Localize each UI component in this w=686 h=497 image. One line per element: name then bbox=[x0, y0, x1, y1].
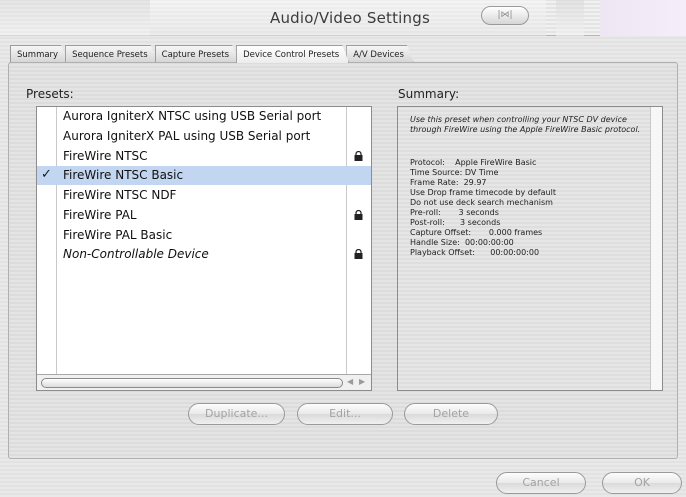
tab-device-control-presets[interactable]: Device Control Presets bbox=[236, 45, 349, 63]
tab-bar: Summary Sequence Presets Capture Presets… bbox=[10, 45, 411, 63]
preset-row[interactable]: FireWire NTSC NDF bbox=[37, 186, 371, 205]
preset-name: Aurora IgniterX PAL using USB Serial por… bbox=[63, 129, 311, 143]
scroll-left-arrow-icon[interactable]: ◀ bbox=[347, 377, 353, 386]
tab-sequence-presets[interactable]: Sequence Presets bbox=[65, 45, 158, 63]
summary-line: Time Source: DV Time bbox=[410, 168, 499, 177]
preset-name: FireWire NTSC bbox=[63, 149, 148, 163]
summary-description: Use this preset when controlling your NT… bbox=[410, 115, 641, 134]
delete-button[interactable]: Delete bbox=[404, 403, 498, 425]
presets-heading: Presets: bbox=[26, 87, 74, 101]
preset-row[interactable]: FireWire PAL Basic bbox=[37, 226, 371, 245]
presets-list[interactable]: Aurora IgniterX NTSC using USB Serial po… bbox=[36, 106, 372, 391]
preset-name: FireWire PAL Basic bbox=[63, 228, 173, 242]
preset-name: Non-Controllable Device bbox=[63, 247, 209, 261]
scrollbar-thumb[interactable] bbox=[41, 378, 343, 388]
tab-capture-presets[interactable]: Capture Presets bbox=[155, 45, 239, 63]
preset-row-selected[interactable]: ✓ FireWire NTSC Basic bbox=[37, 166, 371, 185]
summary-line: Use Drop frame timecode by default bbox=[410, 188, 556, 197]
preset-row[interactable]: Aurora IgniterX PAL using USB Serial por… bbox=[37, 127, 371, 146]
lock-icon bbox=[354, 210, 363, 220]
title-bar-segment bbox=[556, 0, 584, 36]
summary-scrollbar[interactable] bbox=[650, 107, 662, 390]
tab-av-devices[interactable]: A/V Devices bbox=[346, 45, 414, 63]
tab-summary[interactable]: Summary bbox=[10, 45, 68, 63]
horizontal-scrollbar[interactable]: ◀ ▶ bbox=[37, 374, 371, 390]
summary-line: Do not use deck search mechanism bbox=[410, 198, 553, 207]
summary-line: Capture Offset: 0.000 frames bbox=[410, 228, 543, 237]
ok-button[interactable]: OK bbox=[602, 472, 682, 494]
preset-name: Aurora IgniterX NTSC using USB Serial po… bbox=[63, 109, 322, 123]
summary-line: Playback Offset: 00:00:00:00 bbox=[410, 248, 540, 257]
summary-line: Handle Size: 00:00:00:00 bbox=[410, 238, 514, 247]
summary-line: Post-roll: 3 seconds bbox=[410, 218, 501, 227]
summary-details: Protocol: Apple FireWire Basic Time Sour… bbox=[410, 158, 650, 258]
duplicate-button[interactable]: Duplicate... bbox=[188, 403, 285, 425]
title-bar: Audio/Video Settings |⋈| bbox=[0, 0, 686, 36]
preset-row[interactable]: Non-Controllable Device bbox=[37, 245, 371, 264]
summary-line: Pre-roll: 3 seconds bbox=[410, 208, 499, 217]
toolbar-toggle-button[interactable]: |⋈| bbox=[481, 6, 529, 25]
preset-row[interactable]: FireWire PAL bbox=[37, 206, 371, 225]
summary-line: Frame Rate: 29.97 bbox=[410, 178, 487, 187]
summary-line: Protocol: Apple FireWire Basic bbox=[410, 158, 537, 167]
scroll-right-arrow-icon[interactable]: ▶ bbox=[359, 377, 365, 386]
lock-icon bbox=[354, 151, 363, 161]
checkmark-icon: ✓ bbox=[41, 167, 52, 182]
title-bar-segment bbox=[600, 0, 686, 36]
window-title: Audio/Video Settings bbox=[269, 9, 430, 27]
preset-row[interactable]: FireWire NTSC bbox=[37, 147, 371, 166]
preset-name: FireWire PAL bbox=[63, 208, 137, 222]
preset-name: FireWire NTSC NDF bbox=[63, 188, 177, 202]
preset-row[interactable]: Aurora IgniterX NTSC using USB Serial po… bbox=[37, 107, 371, 126]
summary-panel: Use this preset when controlling your NT… bbox=[397, 106, 663, 391]
preset-name: FireWire NTSC Basic bbox=[63, 168, 184, 182]
summary-heading: Summary: bbox=[398, 87, 460, 101]
lock-icon bbox=[354, 249, 363, 259]
title-bar-segment bbox=[0, 0, 150, 36]
cancel-button[interactable]: Cancel bbox=[496, 472, 586, 494]
edit-button[interactable]: Edit... bbox=[297, 403, 393, 425]
